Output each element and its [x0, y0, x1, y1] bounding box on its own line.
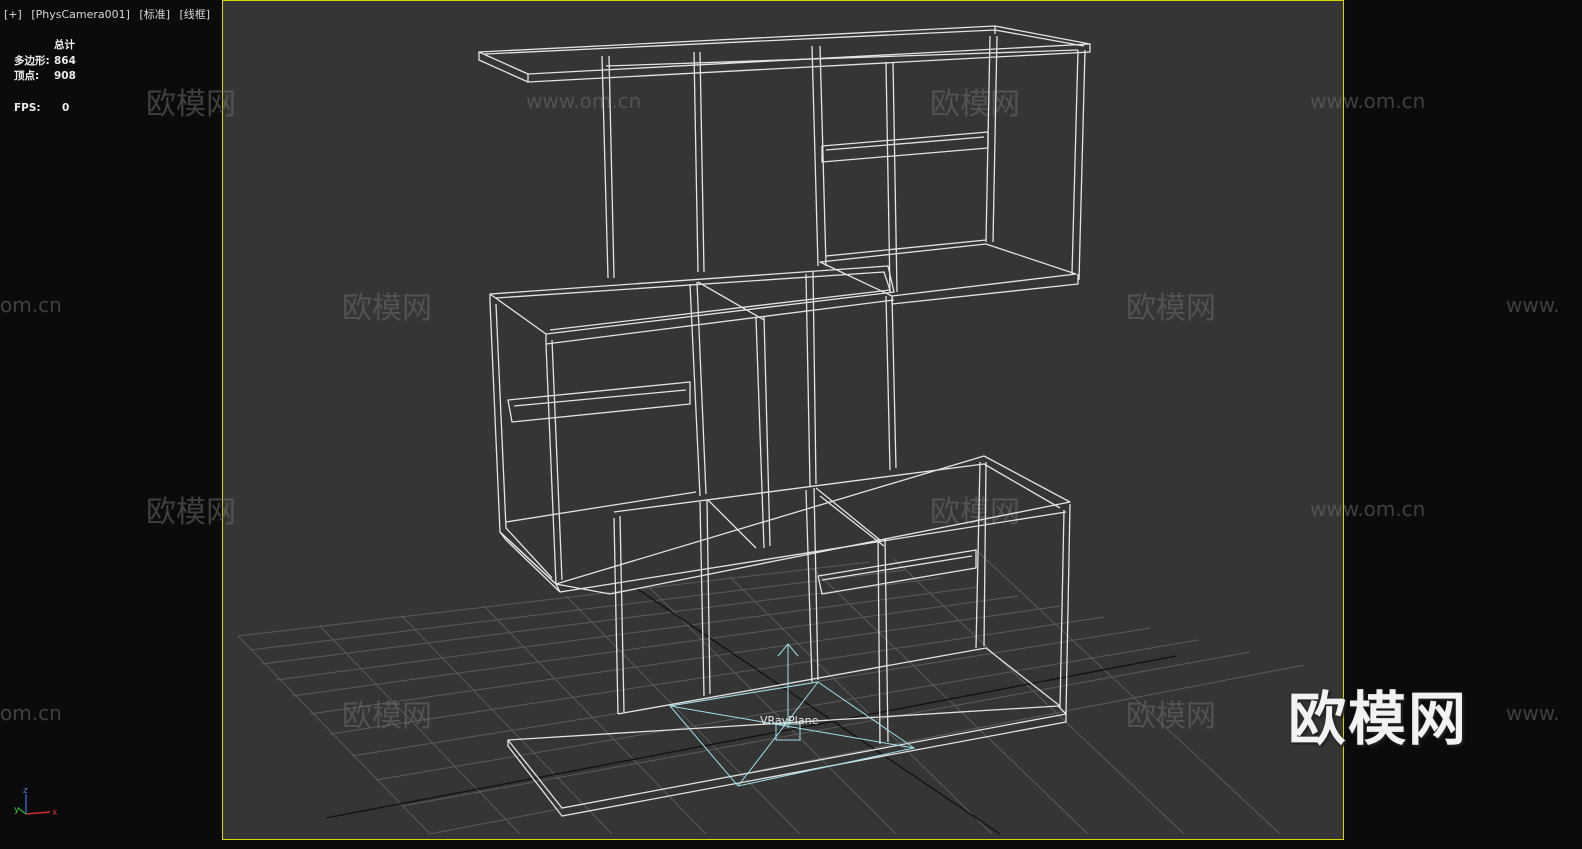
watermark-url: www.	[1506, 293, 1560, 317]
ground-grid	[237, 549, 1305, 835]
polygons-label: 多边形:	[14, 54, 50, 67]
axis-z-label: z	[23, 786, 28, 796]
axis-tripod: x z y	[14, 786, 58, 818]
watermark-cn: 欧模网	[1126, 291, 1216, 326]
watermark-url: www.	[1506, 701, 1560, 725]
vertices-value: 908	[54, 70, 76, 82]
watermark-url: www.om.cn	[1310, 89, 1425, 113]
watermark-cn: 欧模网	[342, 699, 432, 734]
watermarks: 欧模网 www.om.cn 欧模网 www.om.cn om.cn 欧模网 欧模…	[0, 87, 1560, 734]
watermark-cn: 欧模网	[342, 291, 432, 326]
axis-y-label: y	[14, 805, 20, 815]
watermark-url: www.om.cn	[1310, 497, 1425, 521]
axis-x-label: x	[52, 808, 58, 818]
watermark-cn: 欧模网	[1126, 699, 1216, 734]
watermark-cn: 欧模网	[146, 495, 236, 530]
watermark-url: om.cn	[0, 293, 62, 317]
viewport-statistics: 总计 多边形: 864 顶点: 908 FPS: 0	[14, 38, 76, 116]
polygons-value: 864	[54, 54, 76, 67]
fps-label: FPS:	[14, 101, 41, 114]
vertices-label: 顶点:	[14, 70, 40, 82]
viewport-mode-menu[interactable]: [线框]	[180, 8, 211, 21]
watermark-url: om.cn	[0, 701, 62, 725]
watermark-url: www.om.cn	[526, 89, 641, 113]
watermark-cn: 欧模网	[146, 87, 236, 122]
viewport-label-menu[interactable]: [+] [PhysCamera001] [标准] [线框]	[4, 6, 216, 22]
fps-value: 0	[62, 101, 70, 114]
brand-logo: 欧模网	[1288, 685, 1469, 753]
viewport-plus-menu[interactable]: [+]	[4, 8, 22, 21]
object-label-vrayplane[interactable]: VRayPlane	[760, 714, 819, 727]
stats-header: 总计	[54, 39, 75, 51]
viewport-shading-menu[interactable]: [标准]	[139, 8, 170, 21]
watermark-cn: 欧模网	[930, 495, 1020, 530]
viewport-camera-menu[interactable]: [PhysCamera001]	[31, 8, 130, 21]
watermark-cn: 欧模网	[930, 87, 1020, 122]
